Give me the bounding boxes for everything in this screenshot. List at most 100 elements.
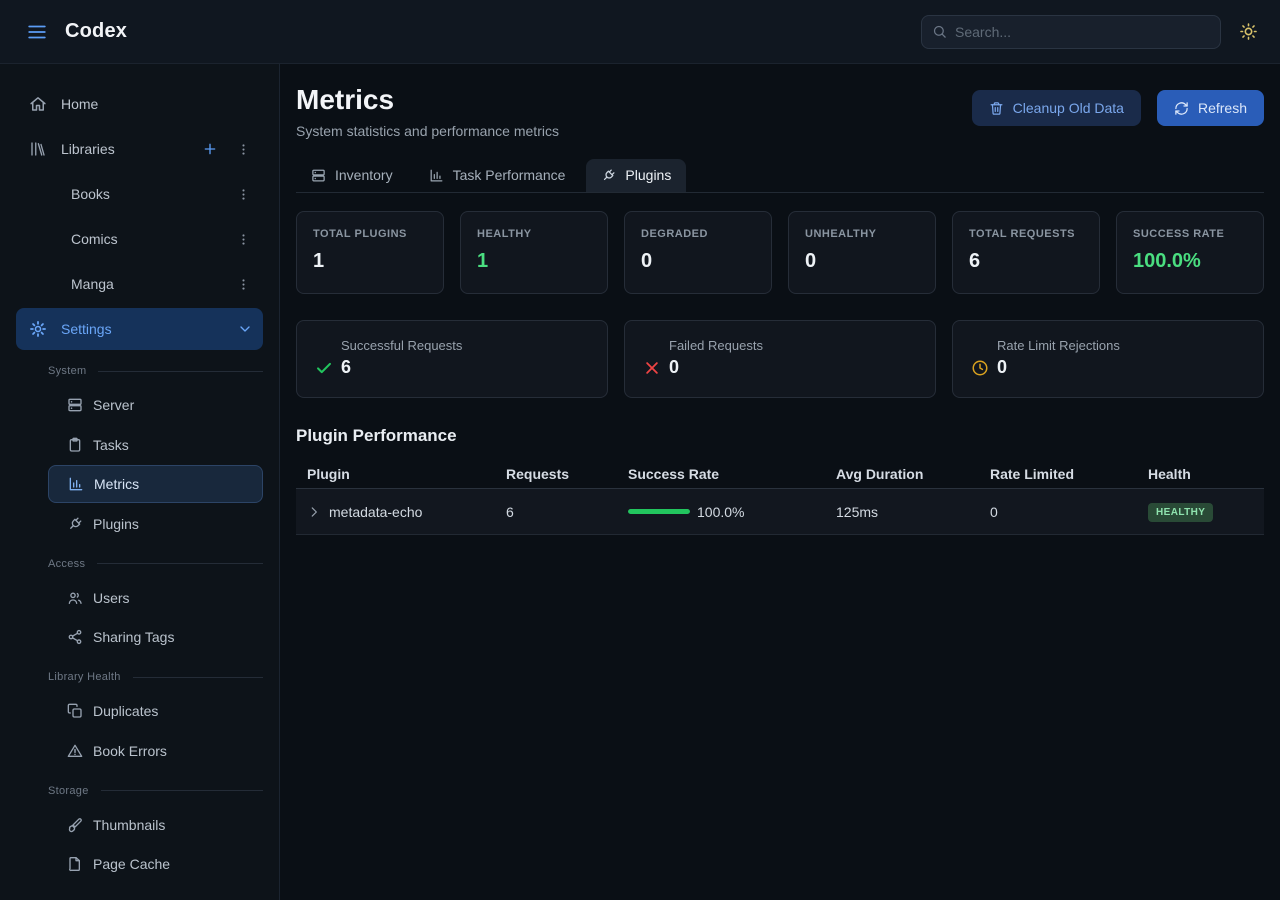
users-icon <box>67 590 83 606</box>
sidebar-item-label: Duplicates <box>93 703 158 719</box>
stat-label: UNHEALTHY <box>805 228 919 240</box>
sidebar-item-libraries[interactable]: Libraries <box>16 128 263 170</box>
sidebar-section-storage: Storage <box>48 780 263 802</box>
sidebar-item-sharing-tags[interactable]: Sharing Tags <box>48 618 263 656</box>
sidebar-item-metrics[interactable]: Metrics <box>48 465 263 503</box>
stat-cards: TOTAL PLUGINS 1 HEALTHY 1 DEGRADED 0 UNH… <box>296 211 1264 294</box>
card-value: 0 <box>997 357 1007 378</box>
main-content: Metrics System statistics and performanc… <box>280 64 1280 900</box>
sidebar-item-home[interactable]: Home <box>16 83 263 125</box>
page-subtitle: System statistics and performance metric… <box>296 123 559 139</box>
top-header: Codex <box>0 0 1280 64</box>
column-header-rate-limited: Rate Limited <box>990 466 1148 482</box>
sidebar-item-label: Page Cache <box>93 856 170 872</box>
sidebar-item-book-errors[interactable]: Book Errors <box>48 732 263 770</box>
add-library-button[interactable] <box>200 139 220 159</box>
stat-card-healthy: HEALTHY 1 <box>460 211 608 294</box>
books-menu-kebab-icon[interactable] <box>234 185 253 204</box>
sidebar: Home Libraries Books Comics Manga Settin <box>0 64 280 900</box>
plugin-name: metadata-echo <box>329 504 422 520</box>
sidebar-item-label: Books <box>71 186 110 202</box>
libraries-menu-kebab-icon[interactable] <box>234 140 253 159</box>
comics-menu-kebab-icon[interactable] <box>234 230 253 249</box>
table-header-row: Plugin Requests Success Rate Avg Duratio… <box>296 459 1264 489</box>
stat-label: DEGRADED <box>641 228 755 240</box>
share-icon <box>67 629 83 645</box>
x-icon <box>643 359 661 377</box>
clipboard-icon <box>67 437 83 453</box>
menu-icon[interactable] <box>22 17 52 47</box>
table-row[interactable]: metadata-echo 6 100.0% 125ms 0 HEALTHY <box>296 489 1264 535</box>
sidebar-item-label: Users <box>93 590 130 606</box>
search-input[interactable] <box>955 24 1210 40</box>
stat-label: SUCCESS RATE <box>1133 228 1247 240</box>
sidebar-item-label: Libraries <box>61 141 115 157</box>
refresh-icon <box>1174 101 1189 116</box>
refresh-button[interactable]: Refresh <box>1157 90 1264 126</box>
sidebar-item-duplicates[interactable]: Duplicates <box>48 692 263 730</box>
stat-card-unhealthy: UNHEALTHY 0 <box>788 211 936 294</box>
column-header-success-rate: Success Rate <box>628 466 836 482</box>
sidebar-item-thumbnails[interactable]: Thumbnails <box>48 806 263 844</box>
search-box[interactable] <box>921 15 1221 49</box>
stat-value: 0 <box>805 250 919 273</box>
card-label: Rate Limit Rejections <box>997 338 1245 353</box>
column-header-plugin: Plugin <box>307 466 506 482</box>
sidebar-item-users[interactable]: Users <box>48 579 263 617</box>
sidebar-item-page-cache[interactable]: Page Cache <box>48 845 263 883</box>
card-rate-limit-rejections: Rate Limit Rejections 0 <box>952 320 1264 398</box>
sidebar-item-plugins[interactable]: Plugins <box>48 505 263 543</box>
sidebar-item-label: Manga <box>71 276 114 292</box>
file-icon <box>67 856 83 872</box>
row-expand-chevron-icon[interactable] <box>307 505 321 519</box>
cleanup-old-data-button[interactable]: Cleanup Old Data <box>972 90 1141 126</box>
success-rate-bar <box>628 509 690 514</box>
app-title: Codex <box>65 20 127 43</box>
tab-task-performance[interactable]: Task Performance <box>414 159 581 192</box>
request-cards: Successful Requests 6 Failed Requests 0 … <box>296 320 1264 398</box>
stat-value: 1 <box>477 250 591 273</box>
stat-label: TOTAL PLUGINS <box>313 228 427 240</box>
server-icon <box>311 168 326 183</box>
sidebar-item-server[interactable]: Server <box>48 386 263 424</box>
sidebar-item-label: Plugins <box>93 516 139 532</box>
sidebar-item-label: Sharing Tags <box>93 629 174 645</box>
health-badge: HEALTHY <box>1148 503 1213 522</box>
sidebar-item-comics[interactable]: Comics <box>16 218 263 260</box>
search-icon <box>932 24 947 39</box>
plugin-performance-title: Plugin Performance <box>296 426 1264 446</box>
stat-card-total-plugins: TOTAL PLUGINS 1 <box>296 211 444 294</box>
plugin-performance-table: Plugin Requests Success Rate Avg Duratio… <box>296 459 1264 535</box>
sidebar-section-access: Access <box>48 553 263 575</box>
column-header-requests: Requests <box>506 466 628 482</box>
tab-inventory[interactable]: Inventory <box>296 159 408 192</box>
card-successful-requests: Successful Requests 6 <box>296 320 608 398</box>
card-label: Failed Requests <box>669 338 917 353</box>
sidebar-item-label: Server <box>93 397 134 413</box>
tab-plugins[interactable]: Plugins <box>586 159 686 192</box>
copy-icon <box>67 703 83 719</box>
card-failed-requests: Failed Requests 0 <box>624 320 936 398</box>
clock-icon <box>971 359 989 377</box>
cell-avg-duration: 125ms <box>836 504 990 520</box>
stat-label: HEALTHY <box>477 228 591 240</box>
chevron-down-icon <box>237 321 253 337</box>
card-value: 0 <box>669 357 679 378</box>
stat-value: 6 <box>969 250 1083 273</box>
stat-value: 100.0% <box>1133 250 1247 273</box>
cell-requests: 6 <box>506 504 628 520</box>
cell-rate-limited: 0 <box>990 504 1148 520</box>
sidebar-item-settings[interactable]: Settings <box>16 308 263 350</box>
bar-chart-icon <box>429 168 444 183</box>
sidebar-item-manga[interactable]: Manga <box>16 263 263 305</box>
sidebar-item-label: Comics <box>71 231 118 247</box>
sidebar-item-books[interactable]: Books <box>16 173 263 215</box>
check-icon <box>315 359 333 377</box>
theme-toggle-sun-icon[interactable] <box>1235 18 1262 45</box>
metrics-tabs: Inventory Task Performance Plugins <box>296 159 1264 193</box>
page-title: Metrics <box>296 83 559 117</box>
trash-icon <box>989 101 1004 116</box>
sidebar-item-tasks[interactable]: Tasks <box>48 426 263 464</box>
manga-menu-kebab-icon[interactable] <box>234 275 253 294</box>
stat-card-degraded: DEGRADED 0 <box>624 211 772 294</box>
